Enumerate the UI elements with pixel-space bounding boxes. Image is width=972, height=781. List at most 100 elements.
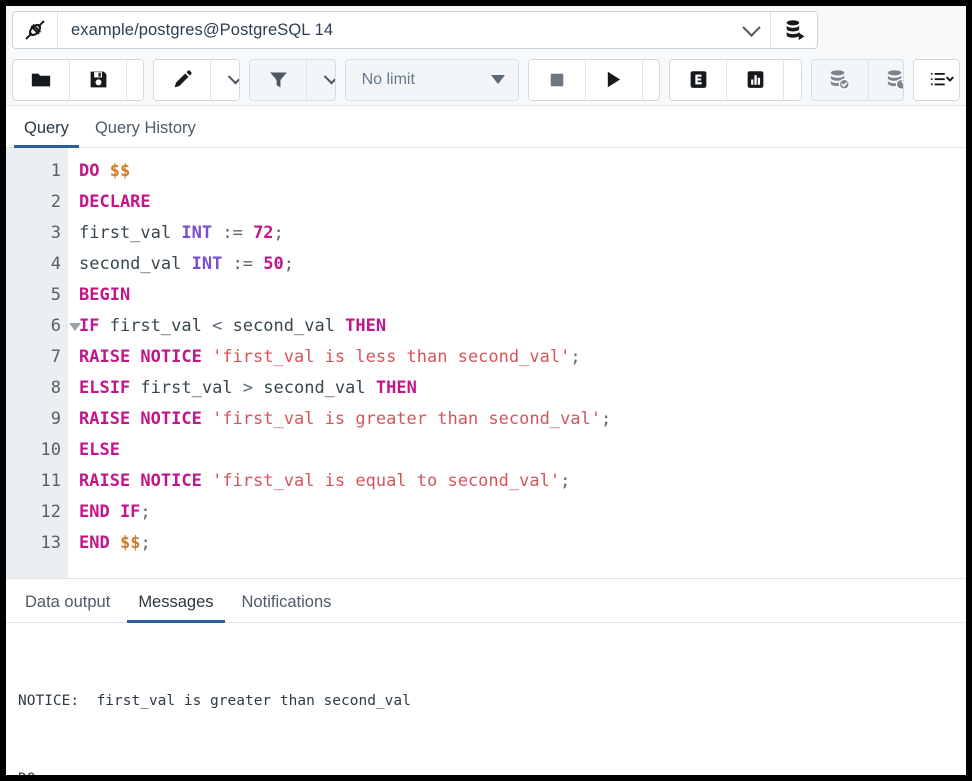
code-token [202,471,212,491]
code-token: RAISE NOTICE [79,409,202,429]
open-file-button[interactable] [13,60,70,100]
code-token [212,223,222,243]
tab-notifications[interactable]: Notifications [231,593,343,622]
line-number-gutter: 12345678910111213 [6,148,68,578]
code-token: first_val [79,223,181,243]
macros-button-group [913,59,960,101]
code-line[interactable]: ELSE [79,435,966,466]
tab-data-output-label: Data output [25,593,110,611]
file-button-group [12,59,144,101]
code-token: ; [274,223,284,243]
code-token: first_val [130,378,243,398]
tab-notifications-label: Notifications [242,593,332,611]
code-token: THEN [376,378,417,398]
code-line[interactable]: second_val INT := 50; [79,249,966,280]
code-token: ELSE [79,440,120,460]
line-number: 12 [6,497,68,528]
code-token: $$ [110,161,130,181]
filter-options-button[interactable] [307,60,336,100]
code-token: := [233,254,253,274]
code-line[interactable]: DECLARE [79,187,966,218]
code-token: INT [181,223,212,243]
database-run-icon[interactable] [771,12,817,48]
line-number: 13 [6,528,68,559]
commit-button[interactable] [812,60,869,100]
code-line[interactable]: ELSIF first_val > second_val THEN [79,373,966,404]
rollback-button[interactable] [869,60,904,100]
line-number: 1 [6,156,68,187]
code-token [99,161,109,181]
code-token: $$ [120,533,140,553]
line-number: 2 [6,187,68,218]
tab-query[interactable]: Query [14,119,79,147]
code-token: 'first_val is greater than second_val' [212,409,601,429]
code-token: > [243,378,253,398]
code-token: ELSIF [79,378,130,398]
line-number: 4 [6,249,68,280]
edit-button[interactable] [154,60,211,100]
connection-plug-icon [13,12,58,48]
code-line[interactable]: first_val INT := 72; [79,218,966,249]
explain-analyze-button[interactable] [727,60,784,100]
tab-data-output[interactable]: Data output [14,593,121,622]
chevron-down-icon [801,69,802,85]
explain-options-button[interactable] [784,60,801,100]
query-toolbar: No limit [6,54,966,106]
code-line[interactable]: DO $$ [79,156,966,187]
chevron-down-icon [742,18,760,36]
code-token: second_val [253,378,376,398]
save-options-button[interactable] [127,60,144,100]
fold-triangle-icon[interactable] [69,323,81,331]
code-line[interactable]: END IF; [79,497,966,528]
code-line[interactable]: END $$; [79,528,966,559]
connection-bar: example/postgres@PostgreSQL 14 [6,6,966,54]
code-token: END [79,533,110,553]
message-notice-line: NOTICE: first_val is greater than second… [18,688,954,714]
chevron-down-icon [323,69,335,85]
code-token: ; [140,533,150,553]
code-token: 'first_val is less than second_val' [212,347,570,367]
code-token: ; [601,409,611,429]
code-token: 72 [253,223,273,243]
row-limit-select[interactable]: No limit [346,60,518,100]
code-line[interactable]: RAISE NOTICE 'first_val is equal to seco… [79,466,966,497]
code-token: ; [284,254,294,274]
row-limit-value: No limit [362,71,415,89]
code-token: END IF [79,502,140,522]
code-token [110,533,120,553]
stop-button[interactable] [529,60,586,100]
explain-button[interactable] [670,60,727,100]
code-token: 50 [263,254,283,274]
filter-button[interactable] [250,60,307,100]
code-token [253,254,263,274]
connection-control-group: example/postgres@PostgreSQL 14 [12,11,818,49]
execute-button[interactable] [586,60,643,100]
results-panel: Data output Messages Notifications NOTIC… [6,578,966,775]
message-command-line: DO [18,766,954,775]
connection-selector[interactable]: example/postgres@PostgreSQL 14 [58,12,771,48]
tab-query-history[interactable]: Query History [85,119,206,147]
macros-button[interactable] [914,60,960,100]
tab-query-history-label: Query History [95,119,196,137]
line-number: 8 [6,373,68,404]
explain-button-group [669,59,801,101]
edit-options-button[interactable] [211,60,240,100]
code-line[interactable]: BEGIN [79,280,966,311]
line-number: 10 [6,435,68,466]
code-line[interactable]: RAISE NOTICE 'first_val is less than sec… [79,342,966,373]
code-token: BEGIN [79,285,130,305]
sql-editor[interactable]: 12345678910111213 DO $$DECLAREfirst_val … [6,148,966,578]
code-token: < [212,316,222,336]
code-token: := [222,223,242,243]
code-token: IF [79,316,99,336]
code-line[interactable]: RAISE NOTICE 'first_val is greater than … [79,404,966,435]
tab-messages[interactable]: Messages [127,593,224,622]
messages-output: NOTICE: first_val is greater than second… [6,623,966,775]
execute-button-group [528,59,660,101]
code-line[interactable]: IF first_val < second_val THEN [79,311,966,342]
edit-button-group [153,59,240,101]
code-token: RAISE NOTICE [79,347,202,367]
sql-code-area[interactable]: DO $$DECLAREfirst_val INT := 72;second_v… [68,148,966,578]
execute-options-button[interactable] [643,60,660,100]
save-file-button[interactable] [70,60,127,100]
